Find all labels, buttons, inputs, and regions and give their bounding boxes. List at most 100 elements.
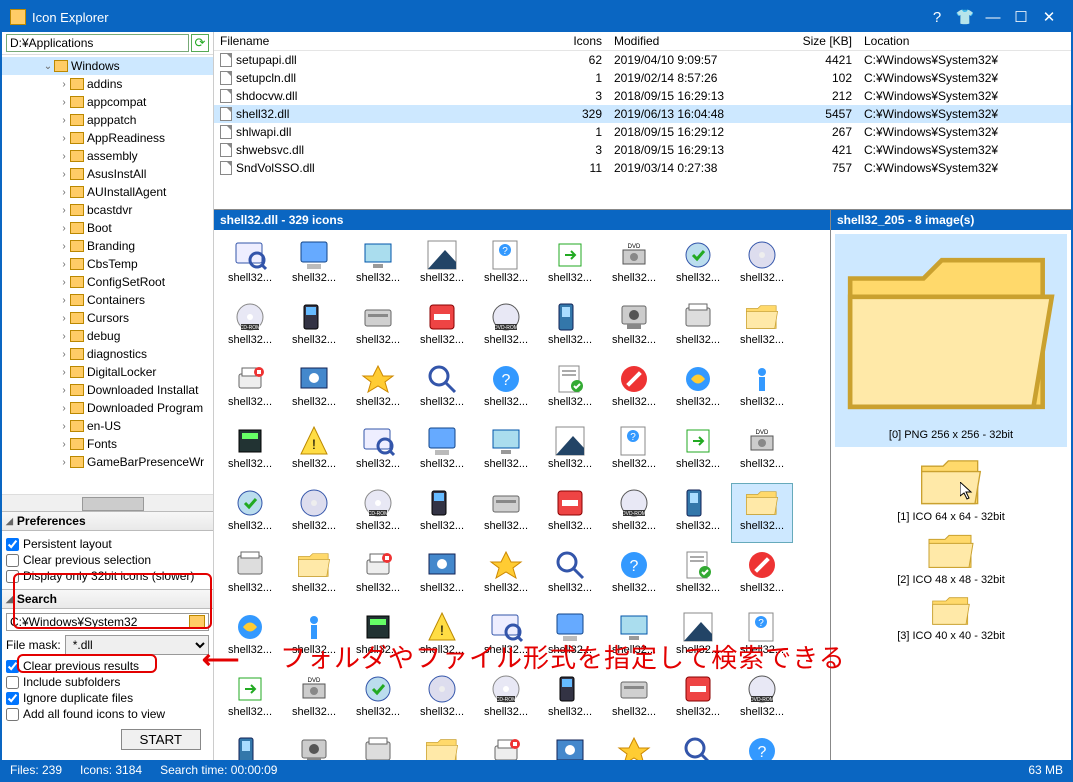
icon-cell[interactable]: shell32... <box>540 484 600 542</box>
icon-cell[interactable]: shell32... <box>220 360 280 418</box>
icon-cell[interactable]: shell32... <box>604 298 664 356</box>
clear-selection-check[interactable]: Clear previous selection <box>6 553 209 567</box>
file-row[interactable]: setupapi.dll 622019/04/10 9:09:57 4421C:… <box>214 51 1071 69</box>
icon-cell[interactable]: shell32... <box>412 422 472 480</box>
icon-cell[interactable]: shell32... <box>412 298 472 356</box>
icon-cell[interactable]: ! shell32... <box>284 422 344 480</box>
tree-node[interactable]: ›DigitalLocker <box>2 363 213 381</box>
icon-cell[interactable]: shell32... <box>284 484 344 542</box>
tree-node[interactable]: ›Downloaded Program <box>2 399 213 417</box>
icon-cell[interactable]: DVD-ROM shell32... <box>476 298 536 356</box>
ignore-dup-check[interactable]: Ignore duplicate files <box>6 691 209 705</box>
search-path-field[interactable]: C:¥Windows¥System32 <box>6 613 209 631</box>
icon-grid[interactable]: shell32... shell32... shell32... shell32… <box>214 230 830 760</box>
icon-cell[interactable]: shell32... <box>476 732 536 760</box>
icon-cell[interactable]: DVD shell32... <box>604 236 664 294</box>
icon-cell[interactable]: DVD-ROM shell32... <box>604 484 664 542</box>
only-32bit-check[interactable]: Display only 32bit icons (slower) <box>6 569 209 583</box>
tree-node[interactable]: ›Boot <box>2 219 213 237</box>
icon-cell[interactable]: shell32... <box>540 546 600 604</box>
icon-cell[interactable]: shell32... <box>348 732 408 760</box>
file-mask-select[interactable]: *.dll <box>65 635 209 655</box>
icon-cell[interactable]: DVD-ROM shell32... <box>732 670 792 728</box>
icon-cell[interactable]: shell32... <box>348 546 408 604</box>
icon-cell[interactable]: shell32... <box>540 732 600 760</box>
icon-cell[interactable]: shell32... <box>348 298 408 356</box>
tree-node[interactable]: ›en-US <box>2 417 213 435</box>
icon-cell[interactable]: shell32... <box>412 670 472 728</box>
icon-cell[interactable]: shell32... <box>668 670 728 728</box>
icon-cell[interactable]: shell32... <box>732 360 792 418</box>
icon-cell[interactable]: shell32... <box>604 732 664 760</box>
tree-node[interactable]: ›Containers <box>2 291 213 309</box>
icon-cell[interactable]: shell32... <box>476 546 536 604</box>
persistent-layout-check[interactable]: Persistent layout <box>6 537 209 551</box>
tree-node[interactable]: ›bcastdvr <box>2 201 213 219</box>
tree-node[interactable]: ›addins <box>2 75 213 93</box>
icon-cell[interactable]: shell32... <box>220 670 280 728</box>
icon-cell[interactable]: shell32... <box>348 422 408 480</box>
file-row[interactable]: shell32.dll 3292019/06/13 16:04:48 5457C… <box>214 105 1071 123</box>
icon-cell[interactable]: DVD shell32... <box>284 670 344 728</box>
tree-node-windows[interactable]: ⌄Windows <box>2 57 213 75</box>
tree-node[interactable]: ›GameBarPresenceWr <box>2 453 213 471</box>
maximize-button[interactable]: ☐ <box>1007 8 1035 26</box>
icon-cell[interactable]: shell32... <box>412 546 472 604</box>
icon-cell[interactable]: shell32... <box>668 236 728 294</box>
shirt-button[interactable]: 👕 <box>951 8 979 26</box>
icon-cell[interactable]: shell32... <box>284 732 344 760</box>
icon-cell[interactable]: ? shell32... <box>476 360 536 418</box>
icon-cell[interactable]: shell32... <box>284 360 344 418</box>
tree-node[interactable]: ›assembly <box>2 147 213 165</box>
tree-node[interactable]: ›debug <box>2 327 213 345</box>
tree-node[interactable]: ›Cursors <box>2 309 213 327</box>
browse-icon[interactable] <box>189 615 205 629</box>
icon-cell[interactable]: ? shell32... <box>476 236 536 294</box>
detail-item[interactable]: [1] ICO 64 x 64 - 32bit <box>835 455 1067 523</box>
path-input[interactable] <box>6 34 189 52</box>
file-row[interactable]: shwebsvc.dll 32018/09/15 16:29:13 421C:¥… <box>214 141 1071 159</box>
clear-results-check[interactable]: Clear previous results <box>6 659 209 673</box>
icon-cell[interactable]: shell32... <box>348 360 408 418</box>
icon-cell[interactable]: shell32... <box>732 236 792 294</box>
preferences-header[interactable]: Preferences <box>2 511 213 531</box>
icon-cell[interactable]: CD-ROM shell32... <box>220 298 280 356</box>
tree-node[interactable]: ›ConfigSetRoot <box>2 273 213 291</box>
icon-cell[interactable]: shell32... <box>412 360 472 418</box>
file-row[interactable]: SndVolSSO.dll 112019/03/14 0:27:38 757C:… <box>214 159 1071 177</box>
help-button[interactable]: ? <box>923 9 951 26</box>
icon-cell[interactable]: shell32... <box>604 670 664 728</box>
icon-cell[interactable]: DVD shell32... <box>732 422 792 480</box>
file-row[interactable]: shlwapi.dll 12018/09/15 16:29:12 267C:¥W… <box>214 123 1071 141</box>
icon-cell[interactable]: shell32... <box>476 422 536 480</box>
icon-cell[interactable]: shell32... <box>668 546 728 604</box>
start-button[interactable]: START <box>121 729 201 750</box>
tree-node[interactable]: ›appcompat <box>2 93 213 111</box>
detail-list[interactable]: [0] PNG 256 x 256 - 32bit [1] ICO 64 x 6… <box>831 230 1071 760</box>
icon-cell[interactable]: shell32... <box>668 732 728 760</box>
icon-cell[interactable]: shell32... <box>476 484 536 542</box>
icon-cell[interactable]: CD-ROM shell32... <box>476 670 536 728</box>
icon-cell[interactable]: shell32... <box>220 546 280 604</box>
minimize-button[interactable]: — <box>979 9 1007 26</box>
icon-cell[interactable]: shell32... <box>284 298 344 356</box>
icon-cell[interactable]: shell32... <box>540 236 600 294</box>
tree-node[interactable]: ›Branding <box>2 237 213 255</box>
tree-node[interactable]: ›AppReadiness <box>2 129 213 147</box>
icon-cell[interactable]: ? shell32... <box>604 546 664 604</box>
icon-cell[interactable]: shell32... <box>732 484 792 542</box>
tree-node[interactable]: ›diagnostics <box>2 345 213 363</box>
icon-cell[interactable]: shell32... <box>220 422 280 480</box>
icon-cell[interactable]: shell32... <box>604 360 664 418</box>
icon-cell[interactable]: shell32... <box>668 298 728 356</box>
icon-cell[interactable]: ? shell32... <box>604 422 664 480</box>
folder-tree[interactable]: ⌄Windows›addins›appcompat›apppatch›AppRe… <box>2 55 213 494</box>
tree-node[interactable]: ›AsusInstAll <box>2 165 213 183</box>
icon-cell[interactable]: shell32... <box>540 298 600 356</box>
icon-cell[interactable]: shell32... <box>412 236 472 294</box>
icon-cell[interactable]: shell32... <box>732 546 792 604</box>
icon-cell[interactable]: shell32... <box>284 546 344 604</box>
icon-cell[interactable]: shell32... <box>540 422 600 480</box>
icon-cell[interactable]: shell32... <box>348 236 408 294</box>
detail-item[interactable]: [3] ICO 40 x 40 - 32bit <box>835 594 1067 642</box>
